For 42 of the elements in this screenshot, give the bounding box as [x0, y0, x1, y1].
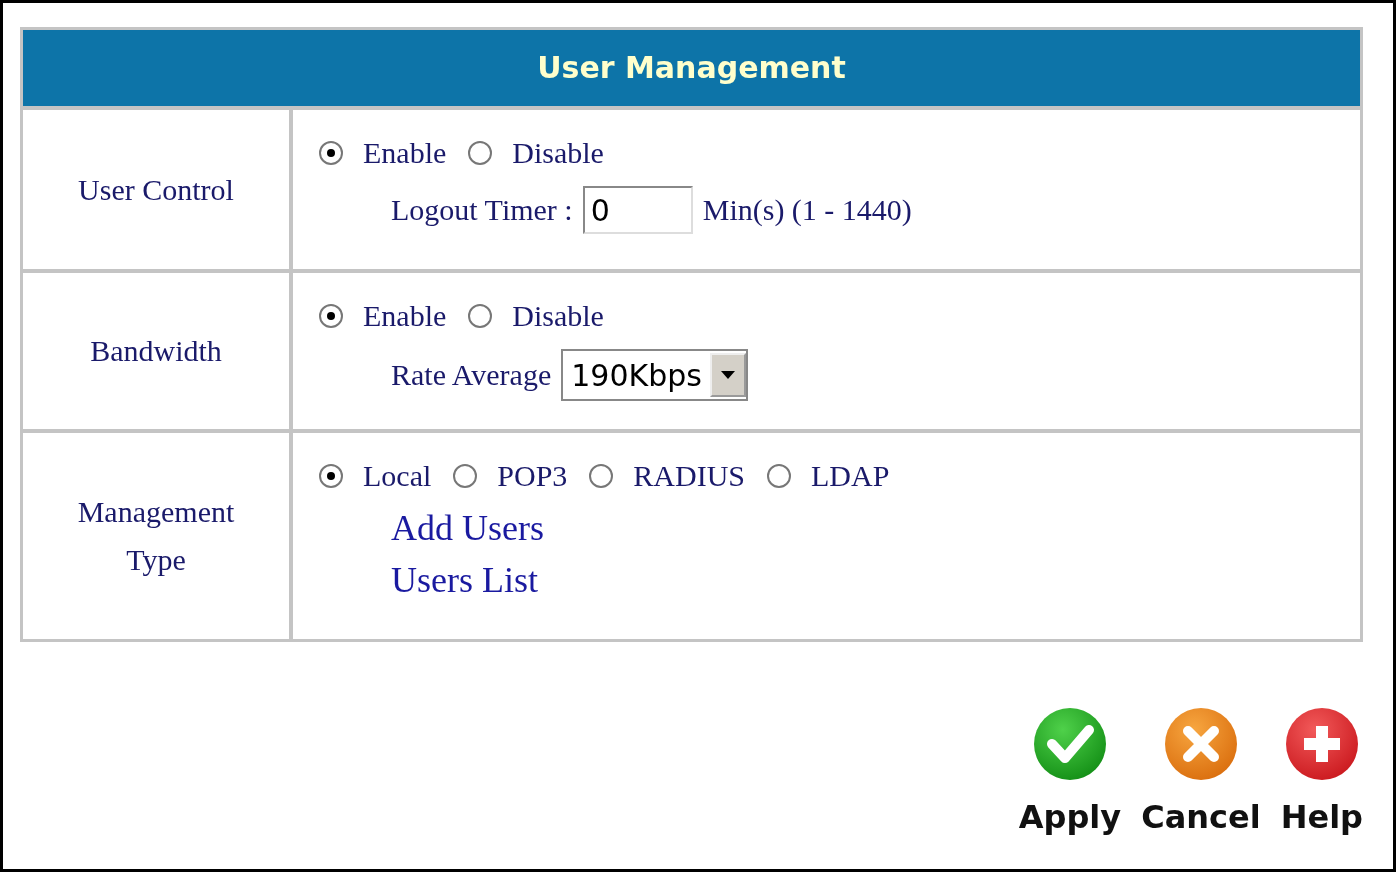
radio-label: Enable — [363, 136, 447, 170]
field-suffix: Min(s) (1 - 1440) — [702, 193, 912, 227]
radio-button[interactable] — [767, 464, 792, 488]
radio-option[interactable]: Local — [319, 459, 432, 493]
field-label: Logout Timer : — [391, 193, 573, 227]
radio-option[interactable]: POP3 — [453, 459, 568, 493]
link[interactable]: Add Users — [391, 508, 544, 548]
radio-button[interactable] — [468, 304, 493, 328]
radio-label: POP3 — [497, 459, 568, 493]
radio-button[interactable] — [319, 464, 343, 488]
radio-button[interactable] — [589, 464, 614, 488]
radio-label: Enable — [363, 299, 447, 333]
plus-icon — [1283, 706, 1360, 782]
radio-button[interactable] — [468, 141, 493, 165]
radio-button[interactable] — [319, 304, 343, 328]
radio-label: LDAP — [811, 459, 890, 493]
action-button[interactable]: Cancel — [1141, 706, 1261, 836]
radio-label: Local — [363, 459, 432, 493]
action-button[interactable]: Help — [1280, 706, 1363, 836]
input-field[interactable]: 0 — [582, 186, 693, 234]
radio-option[interactable]: Enable — [319, 299, 447, 333]
link[interactable]: Users List — [391, 560, 538, 600]
row-label: User Control — [77, 171, 235, 208]
field-label: Rate Average — [391, 358, 552, 392]
cross-icon — [1162, 706, 1239, 782]
checkmark-icon — [1031, 706, 1108, 782]
radio-option[interactable]: Disable — [468, 299, 604, 333]
radio-button[interactable] — [319, 141, 343, 165]
table-header: User Management — [23, 30, 1360, 106]
radio-option[interactable]: RADIUS — [589, 459, 746, 493]
radio-button[interactable] — [453, 464, 478, 488]
caret-icon — [720, 371, 735, 379]
row-label: Management Type — [76, 494, 236, 578]
radio-option[interactable]: Enable — [319, 136, 447, 170]
radio-label: RADIUS — [633, 459, 746, 493]
radio-label: Disable — [512, 136, 604, 170]
radio-option[interactable]: LDAP — [767, 459, 890, 493]
action-button[interactable]: Apply — [1018, 706, 1122, 836]
radio-option[interactable]: Disable — [468, 136, 604, 170]
row-label: Bandwidth — [89, 333, 223, 369]
radio-label: Disable — [512, 299, 604, 333]
rate-dropdown[interactable]: 190Kbps — [561, 349, 748, 401]
